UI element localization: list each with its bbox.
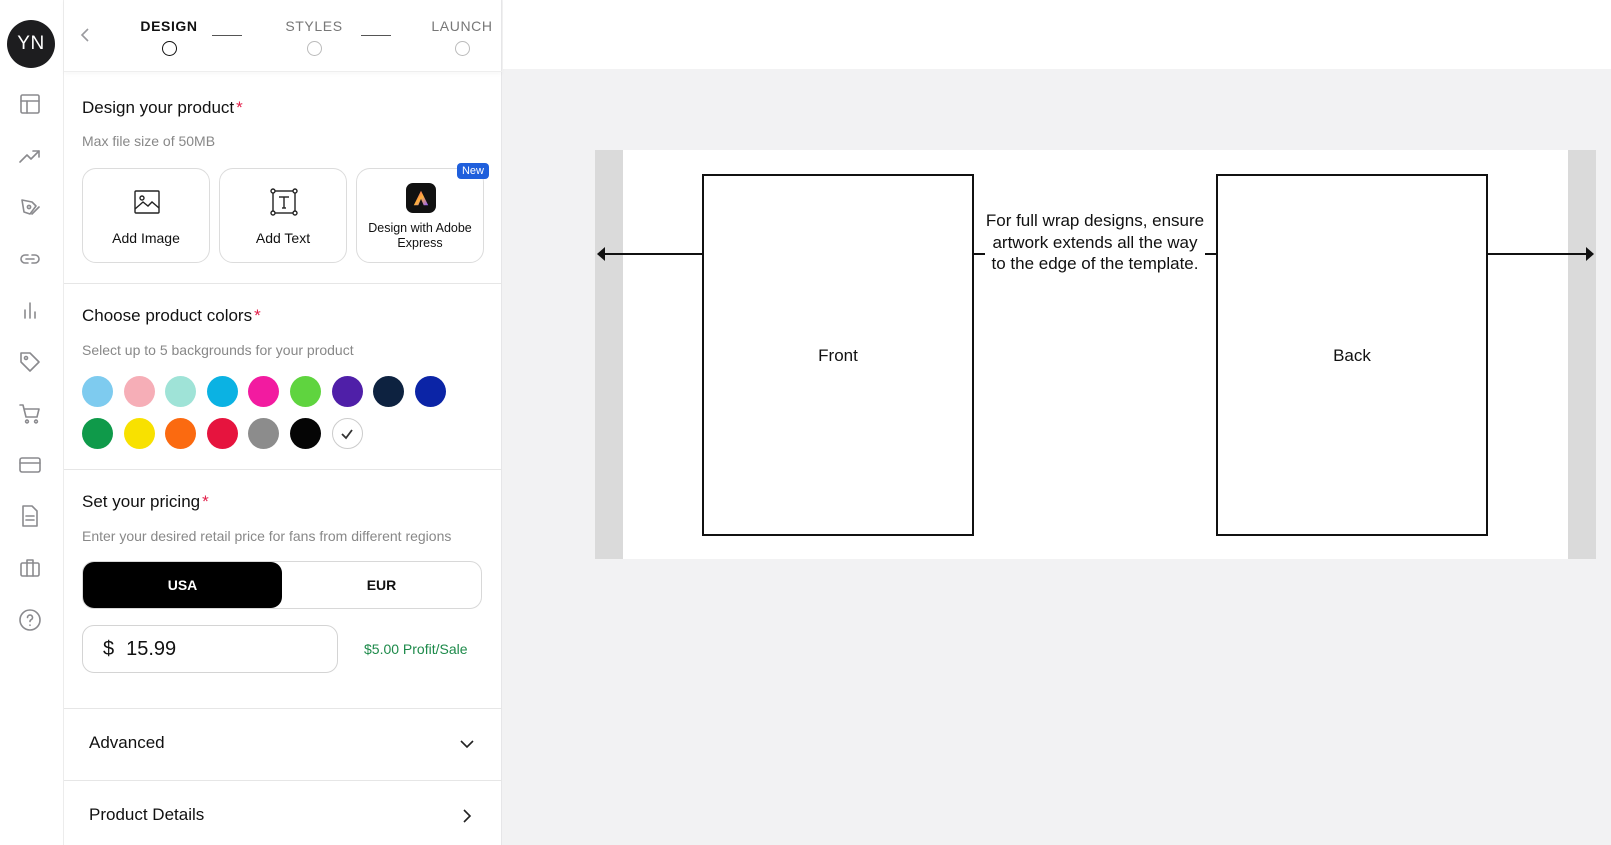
step-launch-indicator (454, 41, 470, 56)
colors-section-subtitle: Select up to 5 backgrounds for your prod… (82, 342, 354, 358)
wrap-template: Front Back For full wrap designs, ensure… (595, 150, 1596, 559)
add-text-label: Add Text (255, 230, 311, 246)
color-swatch[interactable] (123, 376, 155, 407)
front-panel-label: Front (818, 346, 858, 365)
color-swatch[interactable] (290, 418, 321, 449)
step-connector (212, 35, 242, 36)
arrow-right-icon (1586, 247, 1594, 261)
avatar[interactable]: YN (7, 20, 55, 68)
design-section-title: Design your product * (82, 98, 243, 118)
color-swatch[interactable] (331, 376, 363, 407)
color-swatch[interactable] (248, 418, 280, 449)
adobe-express-button[interactable]: Design with Adobe Express New (356, 163, 489, 263)
chevron-right-icon (458, 807, 476, 825)
arrow-left-icon (597, 247, 605, 261)
nav-rail: YN (0, 0, 64, 845)
section-divider (64, 283, 502, 284)
color-swatch[interactable] (248, 376, 280, 407)
color-swatch[interactable] (165, 376, 197, 407)
step-design[interactable]: DESIGN (124, 18, 214, 56)
canvas-topbar (503, 0, 1611, 69)
required-mark: * (254, 306, 261, 325)
left-bleed-area (595, 150, 623, 559)
color-swatch[interactable] (414, 376, 446, 407)
color-swatch[interactable] (331, 418, 363, 449)
pricing-title-text: Set your pricing (82, 492, 201, 511)
profit-per-sale: $5.00 Profit/Sale (364, 641, 468, 657)
adobe-express-label: Design with Adobe Express (368, 221, 472, 250)
product-details-accordion[interactable]: Product Details (64, 780, 502, 845)
link-icon[interactable] (16, 245, 44, 273)
layout-icon[interactable] (16, 90, 44, 118)
back-panel-label: Back (1333, 346, 1371, 365)
briefcase-icon[interactable] (16, 554, 44, 582)
adobe-express-icon (406, 183, 436, 213)
step-launch-label: LAUNCH (431, 18, 493, 34)
design-title-text: Design your product (82, 98, 235, 117)
step-styles-label: STYLES (285, 18, 343, 34)
add-image-label: Add Image (112, 230, 180, 246)
pricing-section-title: Set your pricing * (82, 492, 209, 512)
cart-icon[interactable] (16, 400, 44, 428)
credit-card-icon[interactable] (16, 451, 44, 479)
tag-icon[interactable] (16, 348, 44, 376)
new-badge: New (456, 163, 489, 179)
checkmark-icon (341, 428, 353, 439)
help-icon[interactable] (16, 606, 44, 634)
add-text-button[interactable]: Add Text (219, 168, 347, 263)
bar-chart-icon[interactable] (16, 296, 44, 324)
color-swatch[interactable] (82, 418, 113, 449)
image-icon (132, 187, 162, 217)
color-swatch[interactable] (165, 418, 197, 449)
color-swatch[interactable] (290, 376, 321, 407)
colors-section-title: Choose product colors * (82, 306, 261, 326)
step-connector (361, 35, 391, 36)
step-launch[interactable]: LAUNCH (414, 18, 510, 56)
add-image-button[interactable]: Add Image (82, 168, 210, 263)
pricing-section-subtitle: Enter your desired retail price for fans… (82, 528, 452, 544)
color-swatch[interactable] (373, 376, 405, 407)
color-swatch[interactable] (82, 376, 113, 407)
price-field: $ (82, 625, 338, 673)
front-panel[interactable]: Front (702, 174, 974, 536)
right-bleed-area (1568, 150, 1596, 559)
design-section-subtitle: Max file size of 50MB (82, 133, 216, 149)
step-design-label: DESIGN (140, 18, 198, 34)
region-usa-button[interactable]: USA (83, 562, 282, 608)
required-mark: * (202, 492, 209, 511)
advanced-label: Advanced (89, 733, 165, 752)
color-swatch[interactable] (206, 418, 238, 449)
back-chevron-icon[interactable] (78, 26, 92, 44)
color-swatch[interactable] (123, 418, 155, 449)
design-panel: DESIGN STYLES LAUNCH Design your product… (64, 0, 502, 845)
pen-tool-icon[interactable] (16, 194, 44, 222)
back-panel[interactable]: Back (1216, 174, 1488, 536)
color-swatch[interactable] (206, 376, 238, 407)
step-styles-indicator (306, 41, 322, 56)
colors-title-text: Choose product colors (82, 306, 253, 325)
price-input[interactable] (126, 637, 307, 661)
step-styles[interactable]: STYLES (266, 18, 362, 56)
currency-symbol: $ (103, 637, 115, 660)
trending-icon[interactable] (16, 142, 44, 170)
text-box-icon (269, 187, 299, 217)
chevron-down-icon (458, 735, 476, 753)
region-eur-button[interactable]: EUR (282, 562, 481, 608)
step-design-indicator (161, 41, 177, 56)
advanced-accordion[interactable]: Advanced (64, 708, 502, 778)
product-details-label: Product Details (89, 805, 205, 824)
stepper: DESIGN STYLES LAUNCH (64, 0, 502, 72)
required-mark: * (236, 98, 243, 117)
wrap-instructions: For full wrap designs, ensure artwork ex… (985, 210, 1205, 275)
region-toggle: USA EUR (82, 561, 482, 609)
document-icon[interactable] (16, 502, 44, 530)
section-divider (64, 469, 502, 470)
